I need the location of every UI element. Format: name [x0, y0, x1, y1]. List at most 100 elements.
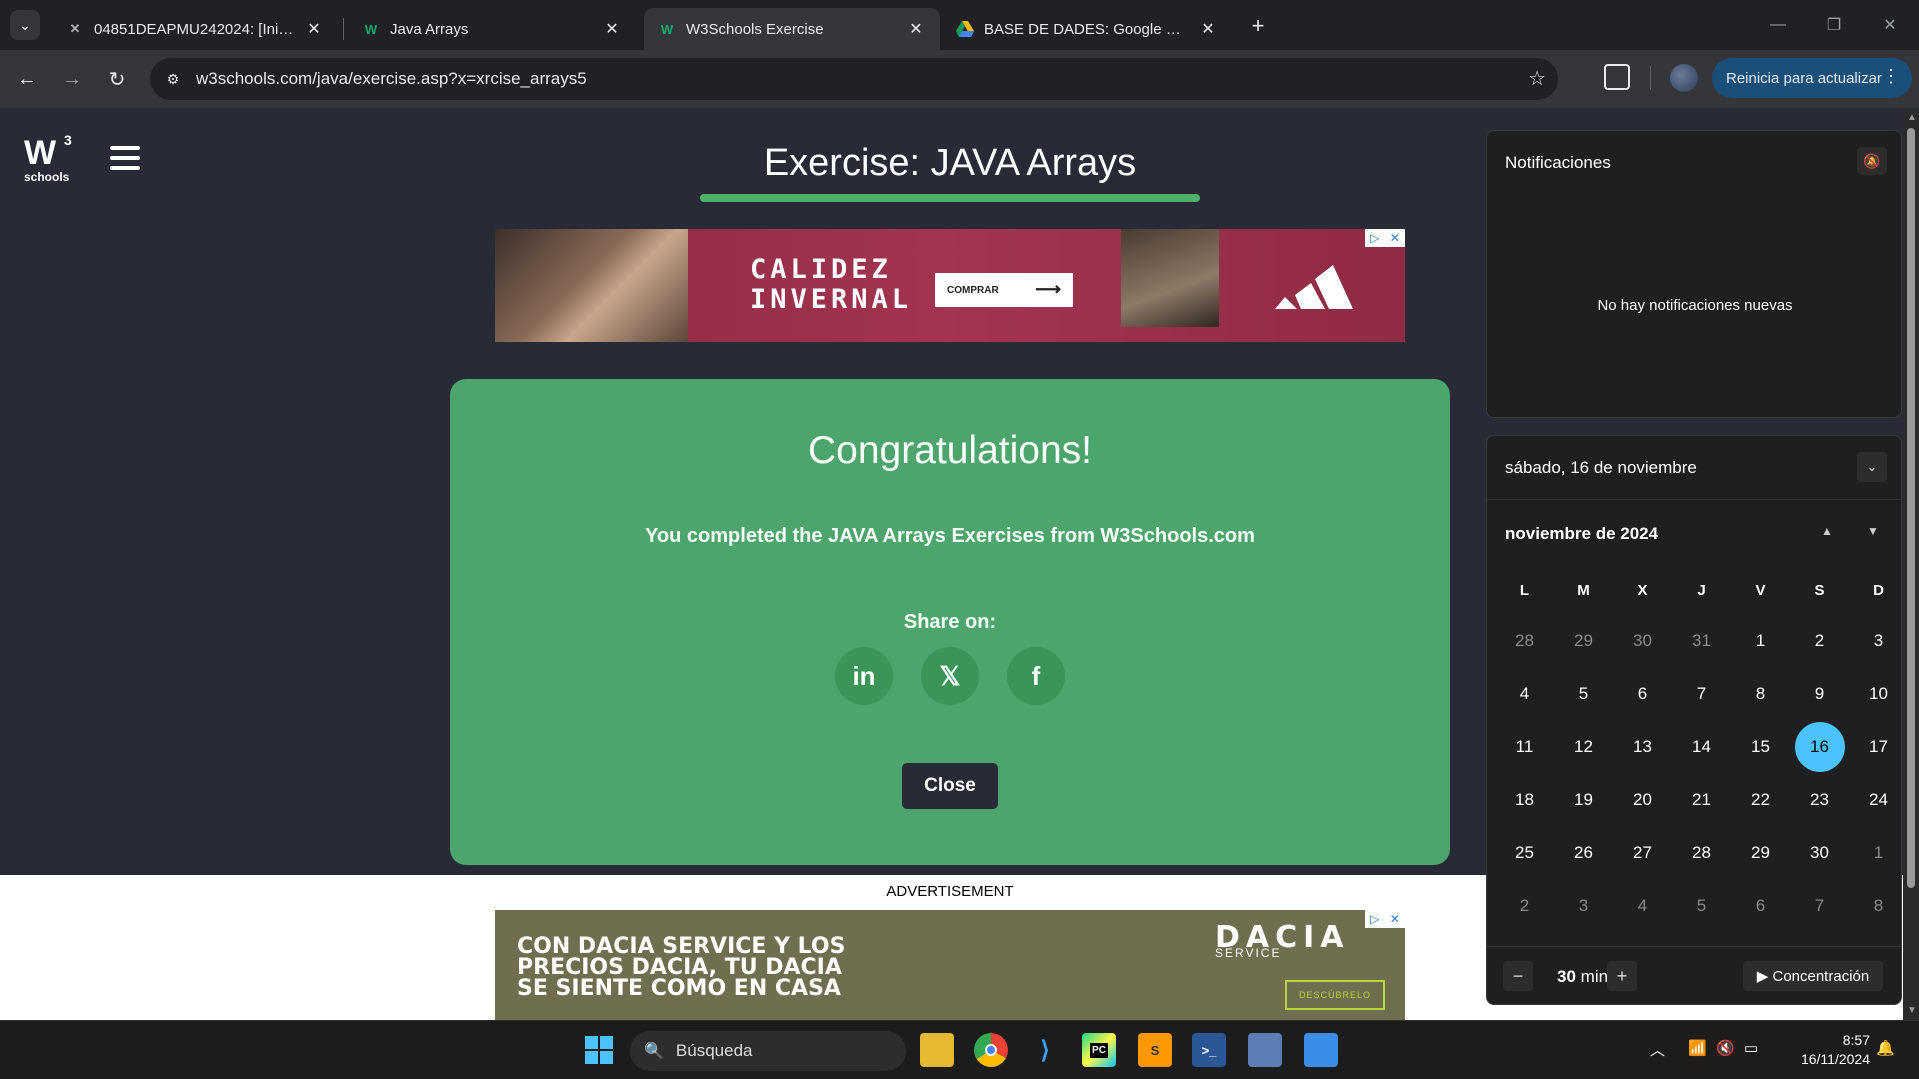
calendar-day[interactable]: 15 [1731, 720, 1790, 773]
ad-choices-icon[interactable]: ▷ ✕ [1365, 229, 1405, 247]
mysql-workbench-icon[interactable] [1248, 1033, 1282, 1067]
calendar-day[interactable]: 29 [1731, 826, 1790, 879]
calendar-day[interactable]: 17 [1849, 720, 1908, 773]
calendar-day[interactable]: 7 [1672, 667, 1731, 720]
calendar-day[interactable]: 7 [1790, 879, 1849, 932]
close-button[interactable]: Close [902, 763, 998, 809]
calendar-day[interactable]: 24 [1849, 773, 1908, 826]
powershell-icon[interactable]: >_ [1192, 1033, 1226, 1067]
taskbar-search[interactable]: 🔍 Búsqueda [630, 1031, 906, 1071]
calendar-day[interactable]: 5 [1672, 879, 1731, 932]
facebook-share-button[interactable]: f [1007, 647, 1065, 705]
tab-search-button[interactable]: ⌄ [10, 10, 40, 40]
calendar-day[interactable]: 29 [1554, 614, 1613, 667]
file-explorer-icon[interactable] [920, 1033, 954, 1067]
do-not-disturb-button[interactable]: 🔕 [1857, 147, 1887, 175]
address-bar[interactable]: ⚙ w3schools.com/java/exercise.asp?x=xrci… [150, 58, 1558, 100]
extensions-icon[interactable] [1604, 64, 1630, 90]
calendar-day[interactable]: 10 [1849, 667, 1908, 720]
calendar-day[interactable]: 1 [1849, 826, 1908, 879]
chrome-icon[interactable] [974, 1033, 1008, 1067]
taskbar-clock[interactable]: 8:57 16/11/2024 [1784, 1031, 1870, 1069]
bookmark-star-icon[interactable]: ☆ [1528, 66, 1546, 91]
close-tab-icon[interactable]: ✕ [906, 19, 926, 39]
bottom-advertisement[interactable]: CON DACIA SERVICE Y LOS PRECIOS DACIA, T… [495, 910, 1405, 1020]
scrollbar-thumb[interactable] [1907, 128, 1915, 888]
sublime-text-icon[interactable]: S [1138, 1033, 1172, 1067]
calendar-day[interactable]: 28 [1672, 826, 1731, 879]
wifi-icon[interactable]: 📶 [1688, 1039, 1707, 1057]
minimize-button[interactable]: — [1758, 10, 1798, 40]
restore-button[interactable]: ❐ [1814, 10, 1854, 40]
ad-choices-icon[interactable]: ▷ ✕ [1365, 910, 1405, 928]
url-text[interactable]: w3schools.com/java/exercise.asp?x=xrcise… [196, 69, 587, 89]
calendar-day[interactable]: 30 [1790, 826, 1849, 879]
close-tab-icon[interactable]: ✕ [1198, 19, 1218, 39]
start-focus-button[interactable]: ▶ Concentración [1743, 961, 1883, 991]
windows-start-icon[interactable] [582, 1033, 616, 1067]
calendar-day[interactable]: 11 [1495, 720, 1554, 773]
tab-java-arrays[interactable]: W Java Arrays ✕ [348, 8, 636, 50]
linkedin-share-button[interactable]: in [835, 647, 893, 705]
forward-button[interactable]: → [57, 64, 87, 94]
calendar-day[interactable]: 23 [1790, 773, 1849, 826]
close-tab-icon[interactable]: ✕ [602, 19, 622, 39]
close-window-button[interactable]: ✕ [1870, 10, 1910, 40]
calendar-day[interactable]: 13 [1613, 720, 1672, 773]
new-tab-button[interactable]: + [1244, 12, 1272, 40]
hamburger-menu-icon[interactable] [110, 146, 140, 170]
battery-icon[interactable]: ▭ [1744, 1039, 1758, 1057]
close-tab-icon[interactable]: ✕ [304, 19, 324, 39]
calendar-day[interactable]: 26 [1554, 826, 1613, 879]
update-button[interactable]: Reinicia para actualizar ⋮ [1712, 58, 1912, 98]
ad-buy-button[interactable]: COMPRAR ⟶ [935, 273, 1073, 307]
calendar-day[interactable]: 18 [1495, 773, 1554, 826]
x-share-button[interactable]: 𝕏 [921, 647, 979, 705]
volume-muted-icon[interactable]: 🔇 [1716, 1039, 1735, 1057]
decrease-minutes-button[interactable]: − [1503, 961, 1533, 991]
calendar-day[interactable]: 6 [1613, 667, 1672, 720]
calendar-day[interactable]: 25 [1495, 826, 1554, 879]
profile-avatar[interactable] [1670, 64, 1698, 92]
reload-button[interactable]: ↻ [102, 64, 132, 94]
calendar-day[interactable]: 2 [1495, 879, 1554, 932]
calendar-day[interactable]: 28 [1495, 614, 1554, 667]
top-advertisement[interactable]: CALIDEZ INVERNAL COMPRAR ⟶ ▷ ✕ [495, 229, 1405, 342]
calendar-day[interactable]: 5 [1554, 667, 1613, 720]
calendar-day[interactable]: 6 [1731, 879, 1790, 932]
scroll-up-icon[interactable]: ▲ [1907, 112, 1917, 123]
calendar-day[interactable]: 2 [1790, 614, 1849, 667]
calendar-day[interactable]: 27 [1613, 826, 1672, 879]
calendar-day[interactable]: 8 [1849, 879, 1908, 932]
calendar-day[interactable]: 20 [1613, 773, 1672, 826]
calendar-day[interactable]: 12 [1554, 720, 1613, 773]
calendar-day[interactable]: 21 [1672, 773, 1731, 826]
menu-kebab-icon[interactable]: ⋮ [1882, 66, 1900, 87]
calendar-day[interactable]: 8 [1731, 667, 1790, 720]
vscode-icon[interactable]: ⟩ [1028, 1033, 1062, 1067]
site-settings-icon[interactable]: ⚙ [162, 68, 184, 90]
previous-month-icon[interactable]: ▲ [1821, 524, 1833, 538]
tab-moodle[interactable]: ✕ 04851DEAPMU242024: [Inicialit ✕ [52, 8, 338, 50]
calendar-day[interactable]: 30 [1613, 614, 1672, 667]
scroll-down-icon[interactable]: ▼ [1907, 1005, 1917, 1016]
ad-discover-button[interactable]: DESCÚBRELO [1285, 980, 1385, 1010]
calendar-day[interactable]: 9 [1790, 667, 1849, 720]
collapse-calendar-button[interactable]: ⌄ [1857, 452, 1887, 482]
chevron-up-icon[interactable]: ︿ [1650, 1039, 1665, 1060]
calendar-day[interactable]: 3 [1554, 879, 1613, 932]
calendar-day[interactable]: 31 [1672, 614, 1731, 667]
calendar-day[interactable]: 19 [1554, 773, 1613, 826]
next-month-icon[interactable]: ▼ [1867, 524, 1879, 538]
calendar-day[interactable]: 14 [1672, 720, 1731, 773]
tab-w3schools-exercise[interactable]: W W3Schools Exercise ✕ [644, 8, 940, 50]
calendar-day[interactable]: 4 [1613, 879, 1672, 932]
tab-google-drive[interactable]: BASE DE DADES: Google Drive ✕ [942, 8, 1232, 50]
calendar-day-today[interactable]: 16 [1790, 720, 1849, 773]
pycharm-icon[interactable]: PC [1082, 1033, 1116, 1067]
calendar-day[interactable]: 22 [1731, 773, 1790, 826]
back-button[interactable]: ← [12, 64, 42, 94]
calendar-day[interactable]: 3 [1849, 614, 1908, 667]
calendar-day[interactable]: 4 [1495, 667, 1554, 720]
calendar-day[interactable]: 1 [1731, 614, 1790, 667]
